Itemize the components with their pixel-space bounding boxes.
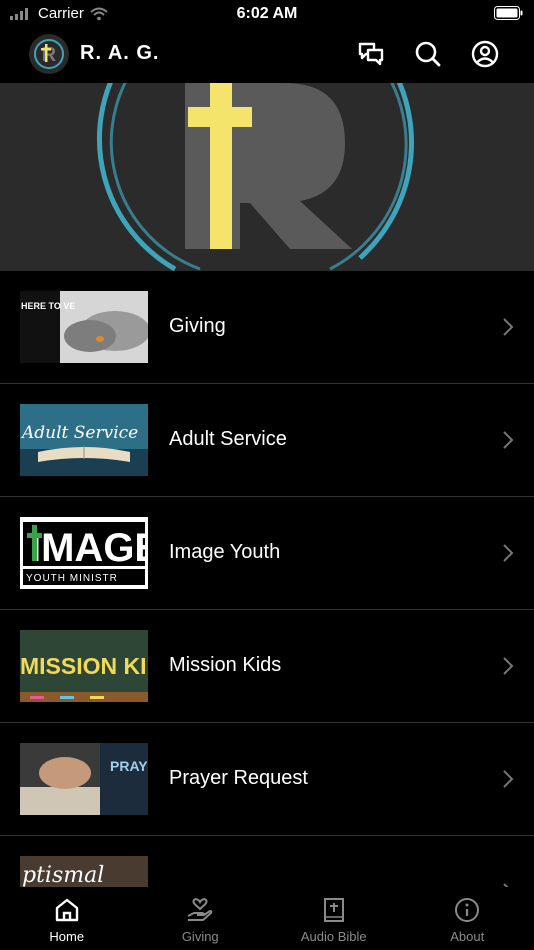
menu-item-mission-kids[interactable]: MISSION KIDS Mission Kids xyxy=(0,610,534,723)
menu-item-image-youth[interactable]: IMAGE YOUTH MINISTR Image Youth xyxy=(0,497,534,610)
menu-item-label: Giving xyxy=(169,315,226,337)
tab-label: Audio Bible xyxy=(300,929,367,944)
tab-about[interactable]: About xyxy=(401,887,534,950)
battery-icon xyxy=(494,6,524,25)
svg-text:PRAYE REQU: PRAYE REQU xyxy=(110,758,148,774)
svg-text:Adult Service: Adult Service xyxy=(20,423,138,443)
menu-item-adult-service[interactable]: Adult Service Adult Service xyxy=(0,384,534,497)
info-icon xyxy=(455,898,480,922)
menu-list: HERE TO VE Giving Adult Service Adult Se… xyxy=(0,271,534,887)
menu-item-label: Image Youth xyxy=(169,541,281,563)
menu-item-prayer-request[interactable]: PRAYE REQU Prayer Request xyxy=(0,723,534,836)
app-header: R R. A. G. xyxy=(0,28,534,83)
chevron-right-icon xyxy=(503,544,514,562)
chevron-right-icon xyxy=(503,770,514,788)
menu-item-label: Prayer Request xyxy=(169,767,308,789)
chevron-right-icon xyxy=(503,318,514,336)
adult-service-thumbnail: Adult Service xyxy=(20,404,148,476)
menu-item-label: Adult Service xyxy=(169,428,287,450)
home-icon xyxy=(55,898,78,922)
tab-bar: Home Giving Audio Bible About xyxy=(0,887,534,950)
app-title: R. A. G. xyxy=(80,42,160,64)
search-icon[interactable] xyxy=(411,37,445,71)
hero-banner xyxy=(0,83,534,271)
tab-label: Home xyxy=(49,929,85,944)
menu-item-baptismal[interactable]: ptismal xyxy=(0,836,534,887)
prayer-request-thumbnail: PRAYE REQU xyxy=(20,743,148,815)
bible-icon xyxy=(323,898,344,922)
menu-item-label: Mission Kids xyxy=(169,654,282,676)
mission-kids-thumbnail: MISSION KIDS xyxy=(20,630,148,702)
tab-giving[interactable]: Giving xyxy=(134,887,268,950)
svg-text:MISSION KIDS: MISSION KIDS xyxy=(20,653,148,679)
svg-text:ptismal: ptismal xyxy=(22,863,104,887)
svg-text:IMAGE: IMAGE xyxy=(30,526,148,570)
menu-item-giving[interactable]: HERE TO VE Giving xyxy=(0,271,534,384)
giving-hand-icon xyxy=(187,898,213,921)
tab-label: About xyxy=(450,929,485,944)
chevron-right-icon xyxy=(503,657,514,675)
chevron-right-icon xyxy=(503,431,514,449)
app-logo: R xyxy=(28,33,70,75)
svg-text:YOUTH MINISTR: YOUTH MINISTR xyxy=(26,573,118,584)
tab-label: Giving xyxy=(181,929,219,944)
status-bar: Carrier 6:02 AM xyxy=(0,0,534,28)
image-youth-thumbnail: IMAGE YOUTH MINISTR xyxy=(20,517,148,589)
baptismal-thumbnail: ptismal xyxy=(20,856,148,887)
status-time: 6:02 AM xyxy=(236,5,298,22)
giving-thumbnail: HERE TO VE xyxy=(20,291,148,363)
svg-text:R: R xyxy=(42,44,57,66)
chat-icon[interactable] xyxy=(354,37,388,71)
account-icon[interactable] xyxy=(468,37,502,71)
tab-home[interactable]: Home xyxy=(0,887,134,950)
svg-text:HERE TO VE: HERE TO VE xyxy=(21,301,75,311)
tab-audio-bible[interactable]: Audio Bible xyxy=(267,887,401,950)
